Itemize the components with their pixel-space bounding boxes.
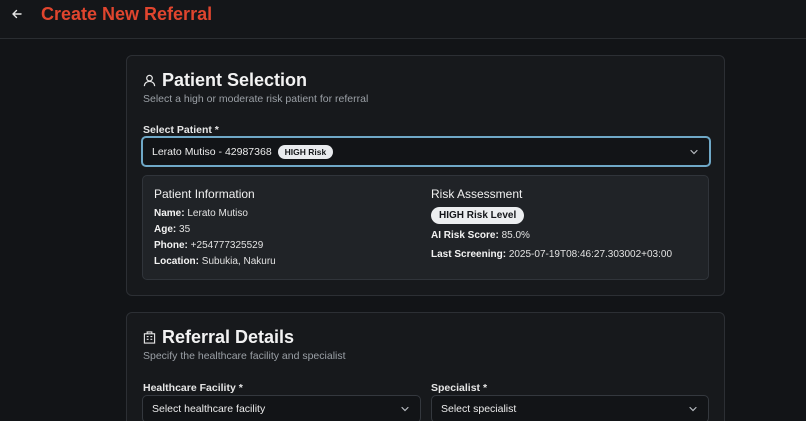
top-bar: Create New Referral (0, 0, 806, 39)
patient-age: Age: 35 (154, 224, 191, 235)
referral-details-card: Referral Details Specify the healthcare … (126, 312, 725, 421)
patient-selection-header: Patient Selection (143, 70, 307, 91)
specialist-dropdown[interactable]: Select specialist (431, 395, 709, 421)
patient-info-heading: Patient Information (154, 187, 255, 201)
chevron-down-icon (401, 406, 409, 412)
patient-selection-title: Patient Selection (162, 70, 308, 90)
back-button[interactable] (8, 5, 26, 23)
chevron-down-icon (690, 149, 698, 154)
risk-assessment-heading: Risk Assessment (431, 187, 523, 201)
specialist-placeholder: Select specialist (441, 403, 517, 415)
arrow-left-icon (12, 9, 22, 19)
facility-label: Healthcare Facility * (143, 382, 243, 394)
ai-risk-score: AI Risk Score: 85.0% (431, 230, 530, 241)
user-icon (143, 74, 156, 87)
last-screening: Last Screening: 2025-07-19T08:46:27.3030… (431, 249, 673, 260)
selected-patient-value: Lerato Mutiso - 42987368 (152, 145, 272, 158)
building-icon (143, 331, 156, 344)
patient-info-panel: Patient Information Name: Lerato Mutiso … (142, 175, 709, 280)
chevron-down-icon (689, 406, 697, 412)
patient-name: Name: Lerato Mutiso (154, 208, 248, 219)
specialist-label: Specialist * (431, 382, 488, 394)
patient-selection-subtitle: Select a high or moderate risk patient f… (143, 93, 369, 105)
referral-details-header: Referral Details (143, 327, 294, 348)
facility-placeholder: Select healthcare facility (152, 403, 266, 415)
referral-details-subtitle: Specify the healthcare facility and spec… (143, 350, 346, 362)
select-patient-dropdown[interactable]: Lerato Mutiso - 42987368 HIGH Risk (141, 136, 711, 167)
referral-details-title: Referral Details (162, 327, 295, 347)
patient-phone: Phone: +254777325529 (154, 240, 264, 251)
facility-dropdown[interactable]: Select healthcare facility (142, 395, 421, 421)
page-title: Create New Referral (41, 4, 213, 24)
select-patient-label: Select Patient * (143, 124, 219, 136)
risk-level-badge: HIGH Risk Level (431, 207, 525, 224)
patient-selection-card: Patient Selection Select a high or moder… (126, 55, 725, 296)
patient-location: Location: Subukia, Nakuru (154, 256, 276, 267)
risk-badge: HIGH Risk (277, 144, 334, 159)
